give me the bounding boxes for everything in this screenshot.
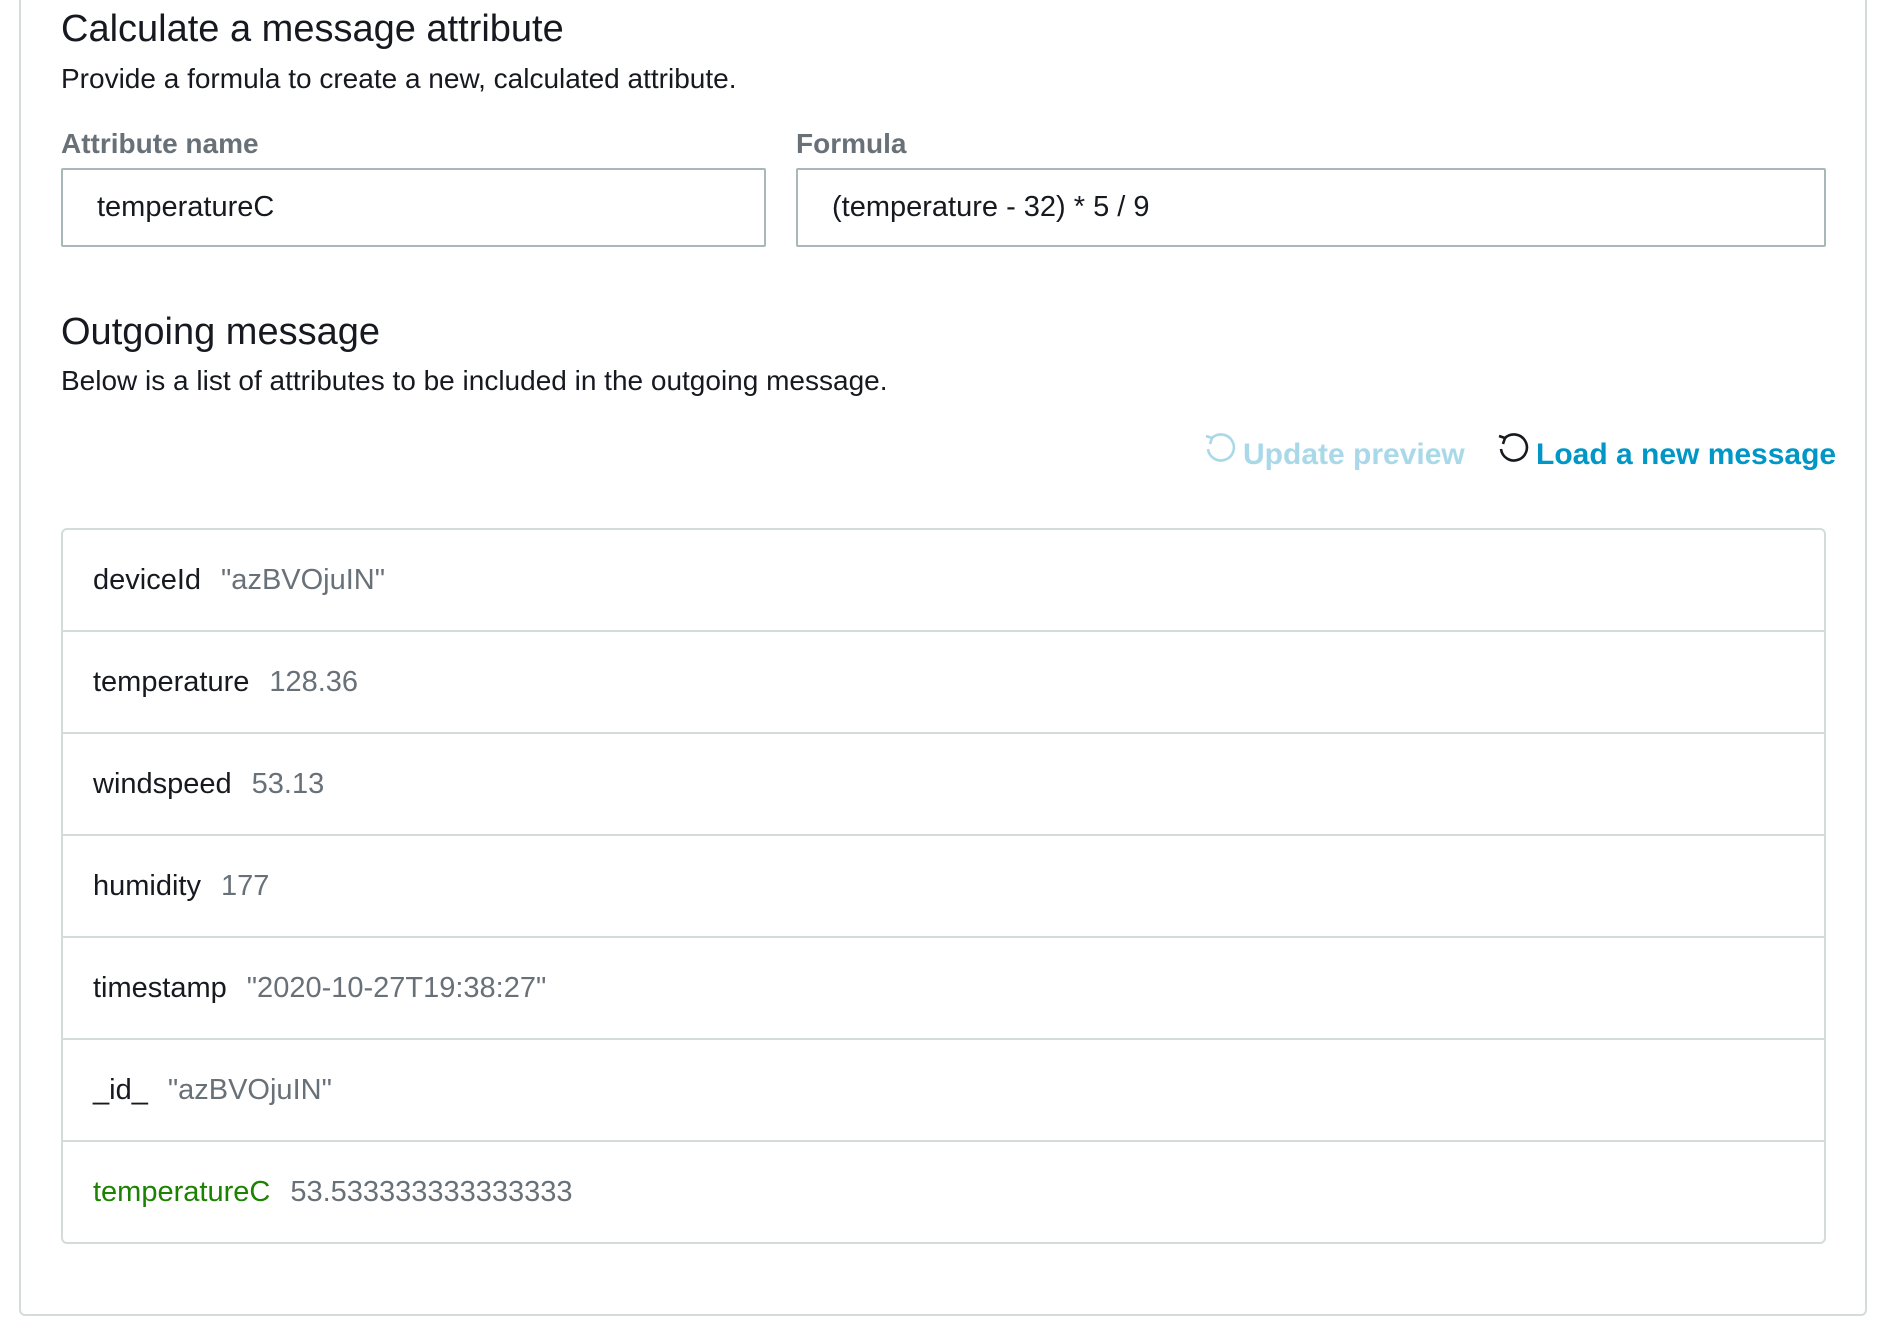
load-new-message-label: Load a new message xyxy=(1536,438,1837,471)
attribute-row-temperature: temperature 128.36 xyxy=(63,632,1824,734)
calculate-section-description: Provide a formula to create a new, calcu… xyxy=(61,63,737,94)
attribute-key: timestamp xyxy=(93,971,227,1004)
attribute-value: "azBVOjuIN" xyxy=(167,1073,332,1106)
attribute-row-humidity: humidity 177 xyxy=(63,836,1824,938)
attribute-key-new: temperatureC xyxy=(93,1175,271,1208)
load-new-message-button[interactable]: Load a new message xyxy=(1496,433,1837,472)
attribute-name-input[interactable] xyxy=(61,168,766,247)
attribute-row-timestamp: timestamp "2020-10-27T19:38:27" xyxy=(63,938,1824,1040)
calculate-section-title: Calculate a message attribute xyxy=(61,8,564,50)
attribute-value: "2020-10-27T19:38:27" xyxy=(246,971,547,1004)
attribute-key: _id_ xyxy=(93,1073,148,1106)
outgoing-section-description: Below is a list of attributes to be incl… xyxy=(61,365,888,396)
update-preview-label: Update preview xyxy=(1243,438,1465,471)
attribute-row-windspeed: windspeed 53.13 xyxy=(63,734,1824,836)
attribute-key: temperature xyxy=(93,665,250,698)
attribute-value: 53.13 xyxy=(251,767,325,800)
refresh-icon xyxy=(1498,433,1529,462)
attribute-key: humidity xyxy=(93,869,201,902)
outgoing-section-title: Outgoing message xyxy=(61,311,380,353)
attribute-key: windspeed xyxy=(93,767,232,800)
attribute-value: 128.36 xyxy=(269,665,359,698)
attribute-name-label: Attribute name xyxy=(61,128,259,159)
attribute-row-temperaturec: temperatureC 53.533333333333333 xyxy=(63,1142,1824,1242)
formula-label: Formula xyxy=(796,128,907,159)
attribute-value: 177 xyxy=(221,869,270,902)
attribute-row-id: _id_ "azBVOjuIN" xyxy=(63,1040,1824,1142)
update-preview-button[interactable]: Update preview xyxy=(1203,433,1465,472)
attribute-value: "azBVOjuIN" xyxy=(221,563,386,596)
attribute-value: 53.533333333333333 xyxy=(290,1175,573,1208)
attribute-key: deviceId xyxy=(93,563,202,596)
refresh-icon xyxy=(1205,433,1236,462)
formula-input[interactable] xyxy=(796,168,1826,247)
outgoing-attribute-list: deviceId "azBVOjuIN" temperature 128.36 … xyxy=(61,528,1826,1244)
attribute-row-deviceid: deviceId "azBVOjuIN" xyxy=(63,530,1824,632)
